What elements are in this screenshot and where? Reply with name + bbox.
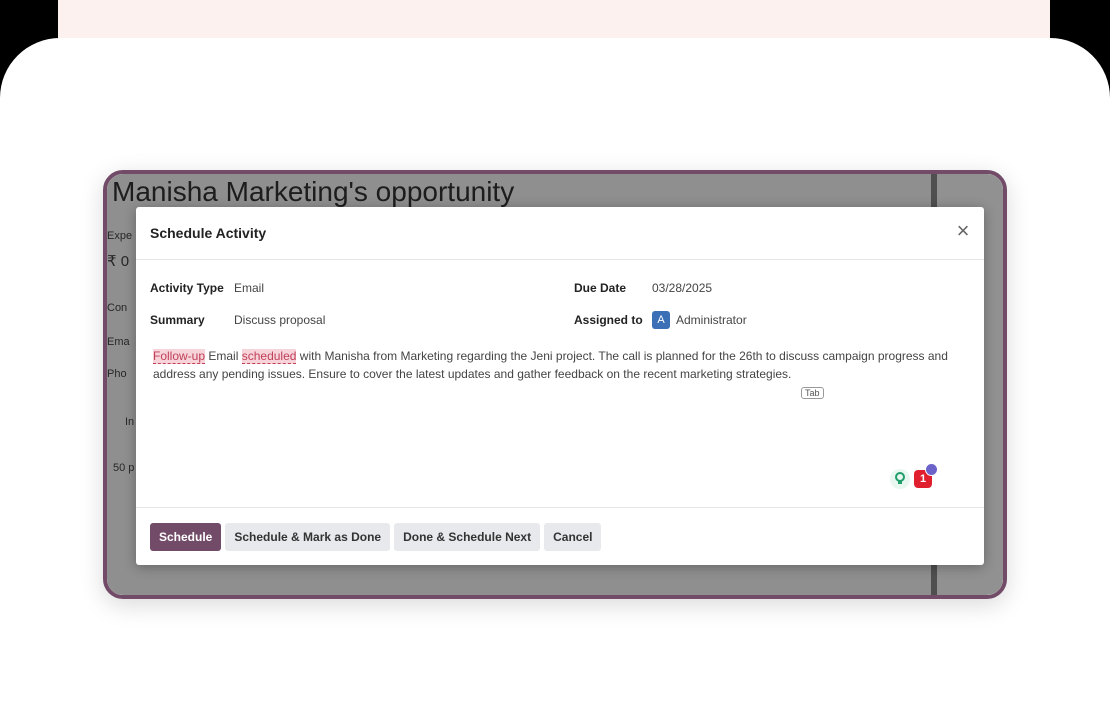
activity-type-label: Activity Type xyxy=(150,281,224,295)
lightbulb-icon[interactable] xyxy=(890,469,910,489)
activity-type-value[interactable]: Email xyxy=(234,281,264,295)
close-icon[interactable]: × xyxy=(952,220,974,242)
note-text: Email xyxy=(205,349,242,363)
due-date-input[interactable]: 03/28/2025 xyxy=(652,281,712,295)
assigned-to-field[interactable]: Assigned to A Administrator xyxy=(574,311,747,329)
schedule-button[interactable]: Schedule xyxy=(150,522,222,551)
avatar: A xyxy=(652,311,670,329)
tab-hint: Tab xyxy=(801,387,824,399)
spellcheck-highlight[interactable]: Follow-up xyxy=(153,349,206,364)
dialog-footer: Schedule Schedule & Mark as Done Done & … xyxy=(136,507,984,565)
dialog-header: Schedule Activity × xyxy=(136,207,984,260)
done-schedule-next-button[interactable]: Done & Schedule Next xyxy=(394,522,541,551)
assigned-to-input[interactable]: Administrator xyxy=(676,313,747,327)
schedule-activity-dialog: Schedule Activity × Activity Type Email … xyxy=(136,207,984,565)
due-date-label: Due Date xyxy=(574,281,627,295)
dialog-title: Schedule Activity xyxy=(150,225,267,241)
summary-field[interactable]: Summary Discuss proposal xyxy=(150,313,325,327)
screenshot-frame: Manisha Marketing's opportunity Expe ₹ 0… xyxy=(103,170,1007,599)
badge-count: 1 xyxy=(919,473,927,485)
assigned-to-label: Assigned to xyxy=(574,313,643,327)
spellcheck-highlight[interactable]: scheduled xyxy=(241,349,297,364)
schedule-mark-done-button[interactable]: Schedule & Mark as Done xyxy=(225,522,391,551)
cancel-button[interactable]: Cancel xyxy=(544,522,602,551)
due-date-field[interactable]: Due Date 03/28/2025 xyxy=(574,281,712,295)
activity-type-field[interactable]: Activity Type Email xyxy=(150,281,264,295)
notification-dot xyxy=(925,463,938,476)
grammar-badge-icon[interactable]: 1 xyxy=(914,463,938,488)
note-editor[interactable]: Follow-up Email scheduled with Manisha f… xyxy=(153,347,953,383)
floating-assistant-icons: 1 xyxy=(890,463,938,489)
summary-label: Summary xyxy=(150,313,205,327)
summary-input[interactable]: Discuss proposal xyxy=(234,313,325,327)
